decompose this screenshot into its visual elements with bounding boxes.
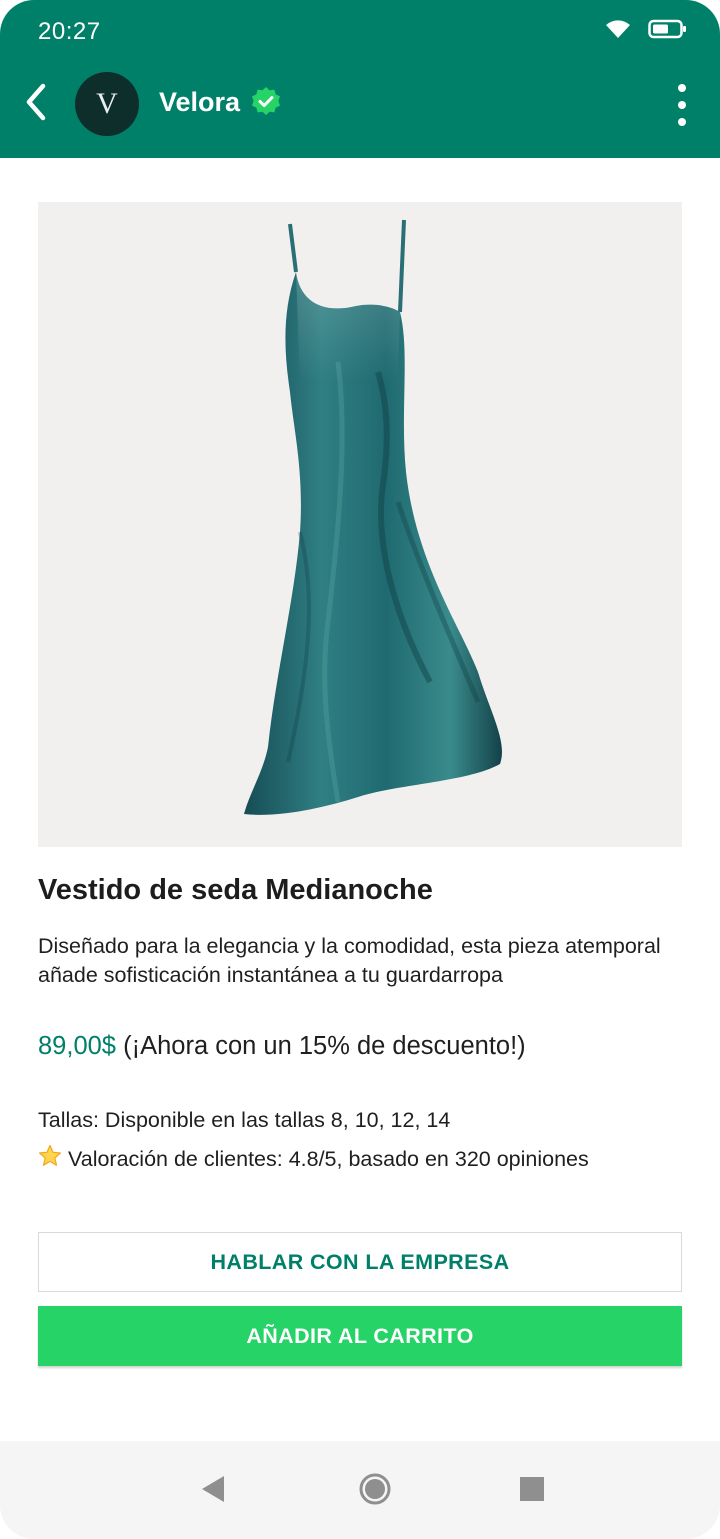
business-profile-link[interactable]: Velora: [159, 86, 282, 118]
contact-business-button[interactable]: HABLAR CON LA EMPRESA: [38, 1232, 682, 1292]
app-bar: 20:27 V Velora: [0, 0, 720, 158]
star-icon: [38, 1144, 62, 1174]
chat-toolbar: V Velora: [0, 66, 720, 158]
nav-home-button[interactable]: [355, 1471, 395, 1511]
more-vert-icon: [678, 84, 686, 92]
product-title: Vestido de seda Medianoche: [38, 874, 433, 906]
status-icons: [604, 18, 688, 45]
more-vert-icon-dot: [678, 101, 686, 109]
verified-check-icon: [250, 86, 282, 118]
nav-back-button[interactable]: [193, 1471, 233, 1511]
nav-recent-icon: [519, 1476, 545, 1507]
more-options-button[interactable]: [672, 84, 692, 126]
product-sizes: Tallas: Disponible en las tallas 8, 10, …: [38, 1108, 451, 1132]
nav-recent-button[interactable]: [512, 1471, 552, 1511]
back-button[interactable]: [16, 80, 56, 128]
avatar-letter: V: [96, 87, 118, 120]
system-navigation-bar: [0, 1441, 720, 1539]
phone-screen: 20:27 V Velora Vestido de seda Medianoch…: [0, 0, 720, 1539]
product-price: 89,00$: [38, 1032, 116, 1060]
business-name: Velora: [159, 86, 241, 117]
rating-text: Valoración de clientes: 4.8/5, basado en…: [68, 1146, 589, 1171]
battery-icon: [648, 18, 688, 45]
more-vert-icon-dot: [678, 118, 686, 126]
nav-back-icon: [200, 1474, 226, 1509]
business-avatar[interactable]: V: [75, 72, 139, 136]
discount-text: (¡Ahora con un 15% de descuento!): [123, 1032, 526, 1060]
back-arrow-icon: [23, 82, 49, 127]
product-description: Diseñado para la elegancia y la comodida…: [38, 934, 661, 987]
nav-home-icon: [358, 1472, 392, 1511]
status-time: 20:27: [38, 18, 101, 45]
dress-illustration: [244, 219, 502, 815]
price-line: 89,00$ (¡Ahora con un 15% de descuento!): [38, 1032, 526, 1061]
status-bar: 20:27: [0, 0, 720, 66]
add-to-cart-button[interactable]: AÑADIR AL CARRITO: [38, 1306, 682, 1366]
wifi-icon: [604, 18, 632, 45]
product-image: [38, 202, 682, 847]
product-rating: Valoración de clientes: 4.8/5, basado en…: [38, 1144, 589, 1174]
